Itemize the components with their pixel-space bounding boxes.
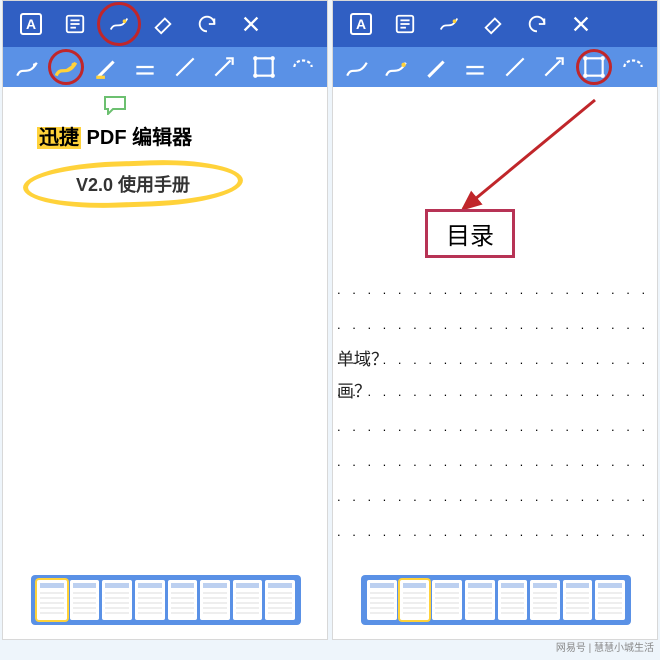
- tool-circle-select[interactable]: [288, 52, 318, 82]
- title-line: 迅捷 PDF 编辑器: [37, 121, 192, 150]
- tool-pen[interactable]: [12, 52, 42, 82]
- annotation-arrow: [423, 97, 623, 227]
- dotted-line: . . . . . . . . . . . . . . . . . . . . …: [337, 524, 653, 538]
- undo-icon[interactable]: [522, 9, 552, 39]
- dotted-line: . . . . . . . . . . . . . . . . . . . . …: [337, 282, 653, 296]
- thumb-page[interactable]: [168, 580, 198, 620]
- tool-rect-select[interactable]: [579, 52, 609, 82]
- tool-pen[interactable]: [342, 52, 372, 82]
- thumb-page[interactable]: [37, 580, 67, 620]
- text-tool[interactable]: A: [16, 9, 46, 39]
- document-area[interactable]: 迅捷 PDF 编辑器 V2.0 使用手册: [3, 87, 327, 639]
- thumb-page[interactable]: [200, 580, 230, 620]
- document-area[interactable]: 目录 . . . . . . . . . . . . . . . . . . .…: [333, 87, 657, 639]
- tool-freehand-hl[interactable]: [51, 52, 81, 82]
- annotation-toolbar: [3, 47, 327, 87]
- toc-box: 目录: [425, 209, 515, 258]
- tool-highlighter[interactable]: [91, 52, 121, 82]
- thumb-page[interactable]: [563, 580, 593, 620]
- thumb-page[interactable]: [102, 580, 132, 620]
- eraser-tool[interactable]: [148, 9, 178, 39]
- topbar: A: [3, 1, 327, 47]
- undo-icon[interactable]: [192, 9, 222, 39]
- thumb-page[interactable]: [233, 580, 263, 620]
- subtitle-highlight: V2.0 使用手册: [23, 161, 243, 207]
- thumb-page[interactable]: [530, 580, 560, 620]
- topbar: A: [333, 1, 657, 47]
- tool-highlighter[interactable]: [421, 52, 451, 82]
- freehand-tool[interactable]: [434, 9, 464, 39]
- eraser-tool[interactable]: [478, 9, 508, 39]
- thumb-page[interactable]: [265, 580, 295, 620]
- tool-arrow[interactable]: [209, 52, 239, 82]
- speech-bubble-icon: [103, 95, 127, 120]
- thumb-page[interactable]: [367, 580, 397, 620]
- thumb-page[interactable]: [465, 580, 495, 620]
- phone-left: A 迅捷 PDF 编辑器 V2.0 使用手册: [2, 0, 328, 640]
- dotted-line: . . . . . . . . . . . . . . . . . . . . …: [337, 454, 653, 468]
- phone-right: A 目录 . . . . . . . . . . . . . . . . . .…: [332, 0, 658, 640]
- dotted-line: . . . . . . . . . . . . . . . . . . . . …: [337, 317, 653, 331]
- note-tool[interactable]: [390, 9, 420, 39]
- thumb-page[interactable]: [400, 580, 430, 620]
- close-icon[interactable]: [236, 9, 266, 39]
- page-thumbnails[interactable]: [31, 575, 301, 625]
- thumb-page[interactable]: [432, 580, 462, 620]
- tool-underline[interactable]: [130, 52, 160, 82]
- text-tool[interactable]: A: [346, 9, 376, 39]
- note-tool[interactable]: [60, 9, 90, 39]
- dotted-line: . . . . . . . . . . . . . . . . . . . . …: [337, 352, 653, 366]
- thumb-page[interactable]: [498, 580, 528, 620]
- tool-rect-select[interactable]: [249, 52, 279, 82]
- thumb-page[interactable]: [595, 580, 625, 620]
- tool-line[interactable]: [170, 52, 200, 82]
- dotted-line: . . . . . . . . . . . . . . . . . . . . …: [337, 384, 653, 398]
- watermark: 网易号 | 慧慧小城生活: [556, 639, 654, 654]
- thumb-page[interactable]: [70, 580, 100, 620]
- annotation-toolbar: [333, 47, 657, 87]
- tool-underline[interactable]: [460, 52, 490, 82]
- tool-arrow[interactable]: [539, 52, 569, 82]
- freehand-tool[interactable]: [104, 9, 134, 39]
- dotted-line: . . . . . . . . . . . . . . . . . . . . …: [337, 419, 653, 433]
- tool-freehand-hl[interactable]: [381, 52, 411, 82]
- close-icon[interactable]: [566, 9, 596, 39]
- dotted-line: . . . . . . . . . . . . . . . . . . . . …: [337, 489, 653, 503]
- page-thumbnails[interactable]: [361, 575, 631, 625]
- thumb-page[interactable]: [135, 580, 165, 620]
- tool-line[interactable]: [500, 52, 530, 82]
- tool-circle-select[interactable]: [618, 52, 648, 82]
